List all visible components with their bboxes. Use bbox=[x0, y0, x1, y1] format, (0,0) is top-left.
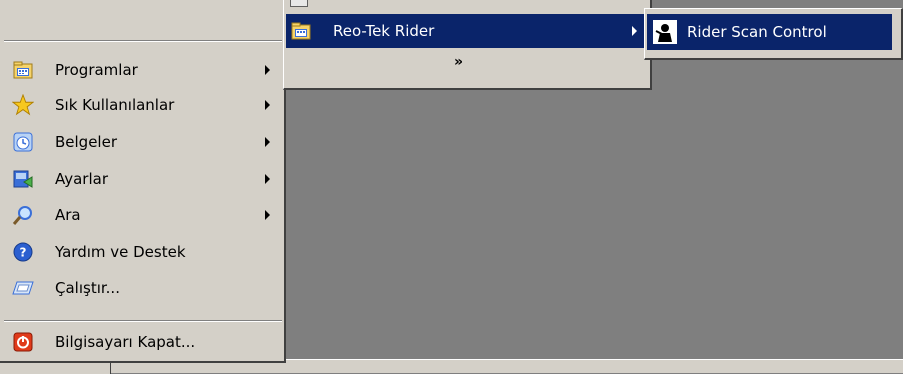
magnifier-icon bbox=[11, 203, 35, 227]
start-menu: Programlar Sık Kullanılanlar Belgeler Ay… bbox=[0, 0, 286, 363]
menu-item-rider-scan-control[interactable]: Rider Scan Control bbox=[647, 14, 892, 50]
menu-item-label: Ayarlar bbox=[55, 170, 109, 188]
documents-icon bbox=[11, 130, 35, 154]
menu-item-favorites[interactable]: Sık Kullanılanlar bbox=[8, 87, 278, 123]
rider-scan-control-icon bbox=[653, 20, 677, 44]
rider-submenu: Rider Scan Control bbox=[644, 8, 903, 60]
shutdown-icon bbox=[11, 330, 35, 354]
submenu-edge bbox=[290, 0, 308, 7]
start-button[interactable] bbox=[0, 362, 111, 374]
menu-item-label: Belgeler bbox=[55, 133, 117, 151]
menu-item-documents[interactable]: Belgeler bbox=[8, 124, 278, 160]
expand-chevron-icon[interactable]: » bbox=[454, 54, 463, 70]
program-group-icon bbox=[291, 21, 311, 41]
menu-item-search[interactable]: Ara bbox=[8, 197, 278, 233]
submenu-arrow-icon bbox=[265, 210, 270, 220]
help-icon: ? bbox=[11, 240, 35, 264]
star-icon bbox=[11, 93, 35, 117]
menu-item-programs[interactable]: Programlar bbox=[8, 52, 278, 88]
submenu-arrow-icon bbox=[265, 137, 270, 147]
menu-item-run[interactable]: Çalıştır... bbox=[8, 270, 278, 306]
submenu-arrow-icon bbox=[632, 26, 637, 36]
svg-text:?: ? bbox=[20, 246, 27, 260]
menu-item-reo-tek-rider[interactable]: Reo-Tek Rider bbox=[286, 14, 647, 48]
menu-item-label: Sık Kullanılanlar bbox=[55, 96, 175, 114]
menu-separator-top bbox=[4, 40, 282, 42]
programs-folder-icon bbox=[11, 58, 35, 82]
menu-item-label: Reo-Tek Rider bbox=[333, 22, 435, 40]
menu-item-label: Rider Scan Control bbox=[687, 23, 827, 41]
menu-item-label: Çalıştır... bbox=[55, 279, 120, 297]
submenu-arrow-icon bbox=[265, 100, 270, 110]
run-icon bbox=[11, 276, 35, 300]
programs-submenu: Reo-Tek Rider » bbox=[283, 0, 652, 90]
menu-separator bbox=[4, 320, 282, 322]
settings-icon bbox=[11, 167, 35, 191]
menu-item-label: Programlar bbox=[55, 61, 138, 79]
submenu-arrow-icon bbox=[265, 65, 270, 75]
menu-item-label: Yardım ve Destek bbox=[55, 243, 186, 261]
submenu-arrow-icon bbox=[265, 174, 270, 184]
menu-item-shutdown[interactable]: Bilgisayarı Kapat... bbox=[8, 324, 278, 360]
menu-item-label: Ara bbox=[55, 206, 81, 224]
menu-item-help[interactable]: ? Yardım ve Destek bbox=[8, 234, 278, 270]
menu-item-settings[interactable]: Ayarlar bbox=[8, 161, 278, 197]
menu-item-label: Bilgisayarı Kapat... bbox=[55, 333, 196, 351]
